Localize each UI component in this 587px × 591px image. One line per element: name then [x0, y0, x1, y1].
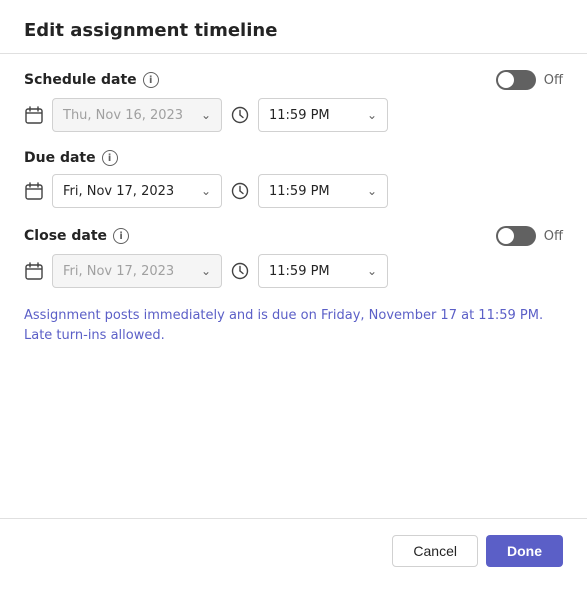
close-date-toggle-label: Off	[544, 229, 563, 244]
edit-assignment-timeline-dialog: Edit assignment timeline Schedule date i…	[0, 0, 587, 591]
schedule-date-toggle[interactable]	[496, 70, 536, 90]
due-date-time-row: Fri, Nov 17, 2023 ⌄ 11:59 PM ⌄	[24, 174, 563, 208]
schedule-date-time-row: Thu, Nov 16, 2023 ⌄ 11:59 PM ⌄	[24, 98, 563, 132]
schedule-date-section: Schedule date i Off	[24, 70, 563, 132]
dialog-body: Schedule date i Off	[0, 54, 587, 518]
close-time-value: 11:59 PM	[269, 264, 359, 279]
schedule-date-value: Thu, Nov 16, 2023	[63, 108, 193, 123]
close-date-toggle-knob	[498, 228, 514, 244]
schedule-time-input[interactable]: 11:59 PM ⌄	[258, 98, 388, 132]
schedule-date-chevron-icon: ⌄	[201, 108, 211, 122]
cancel-button[interactable]: Cancel	[392, 535, 478, 567]
due-date-section: Due date i Fri, Nov 17, 2023 ⌄	[24, 150, 563, 208]
close-date-time-row: Fri, Nov 17, 2023 ⌄ 11:59 PM ⌄	[24, 254, 563, 288]
close-date-value: Fri, Nov 17, 2023	[63, 264, 193, 279]
schedule-date-toggle-knob	[498, 72, 514, 88]
due-date-info-icon[interactable]: i	[102, 150, 118, 166]
close-date-label-left: Close date i	[24, 228, 129, 244]
due-date-chevron-icon: ⌄	[201, 184, 211, 198]
schedule-time-chevron-icon: ⌄	[367, 108, 377, 122]
due-date-label: Due date	[24, 150, 96, 166]
due-time-input[interactable]: 11:59 PM ⌄	[258, 174, 388, 208]
close-date-section: Close date i Off	[24, 226, 563, 288]
schedule-date-input[interactable]: Thu, Nov 16, 2023 ⌄	[52, 98, 222, 132]
dialog-footer: Cancel Done	[0, 518, 587, 591]
schedule-date-info-icon[interactable]: i	[143, 72, 159, 88]
close-date-chevron-icon: ⌄	[201, 264, 211, 278]
schedule-clock-icon	[230, 105, 250, 125]
schedule-calendar-icon	[24, 105, 44, 125]
due-date-label-left: Due date i	[24, 150, 118, 166]
close-calendar-icon	[24, 261, 44, 281]
close-time-chevron-icon: ⌄	[367, 264, 377, 278]
schedule-date-toggle-row: Off	[496, 70, 563, 90]
schedule-date-toggle-label: Off	[544, 73, 563, 88]
close-date-toggle-row: Off	[496, 226, 563, 246]
close-date-label-row: Close date i Off	[24, 226, 563, 246]
schedule-date-label-row: Schedule date i Off	[24, 70, 563, 90]
schedule-date-label: Schedule date	[24, 72, 137, 88]
dialog-header: Edit assignment timeline	[0, 0, 587, 54]
due-clock-icon	[230, 181, 250, 201]
due-date-value: Fri, Nov 17, 2023	[63, 184, 193, 199]
assignment-summary: Assignment posts immediately and is due …	[24, 306, 563, 345]
dialog-title: Edit assignment timeline	[24, 20, 563, 41]
close-date-toggle[interactable]	[496, 226, 536, 246]
done-button[interactable]: Done	[486, 535, 563, 567]
schedule-date-label-left: Schedule date i	[24, 72, 159, 88]
close-date-input[interactable]: Fri, Nov 17, 2023 ⌄	[52, 254, 222, 288]
schedule-time-value: 11:59 PM	[269, 108, 359, 123]
close-date-info-icon[interactable]: i	[113, 228, 129, 244]
due-calendar-icon	[24, 181, 44, 201]
due-time-value: 11:59 PM	[269, 184, 359, 199]
due-date-input[interactable]: Fri, Nov 17, 2023 ⌄	[52, 174, 222, 208]
due-time-chevron-icon: ⌄	[367, 184, 377, 198]
close-date-label: Close date	[24, 228, 107, 244]
close-time-input[interactable]: 11:59 PM ⌄	[258, 254, 388, 288]
close-clock-icon	[230, 261, 250, 281]
due-date-label-row: Due date i	[24, 150, 563, 166]
